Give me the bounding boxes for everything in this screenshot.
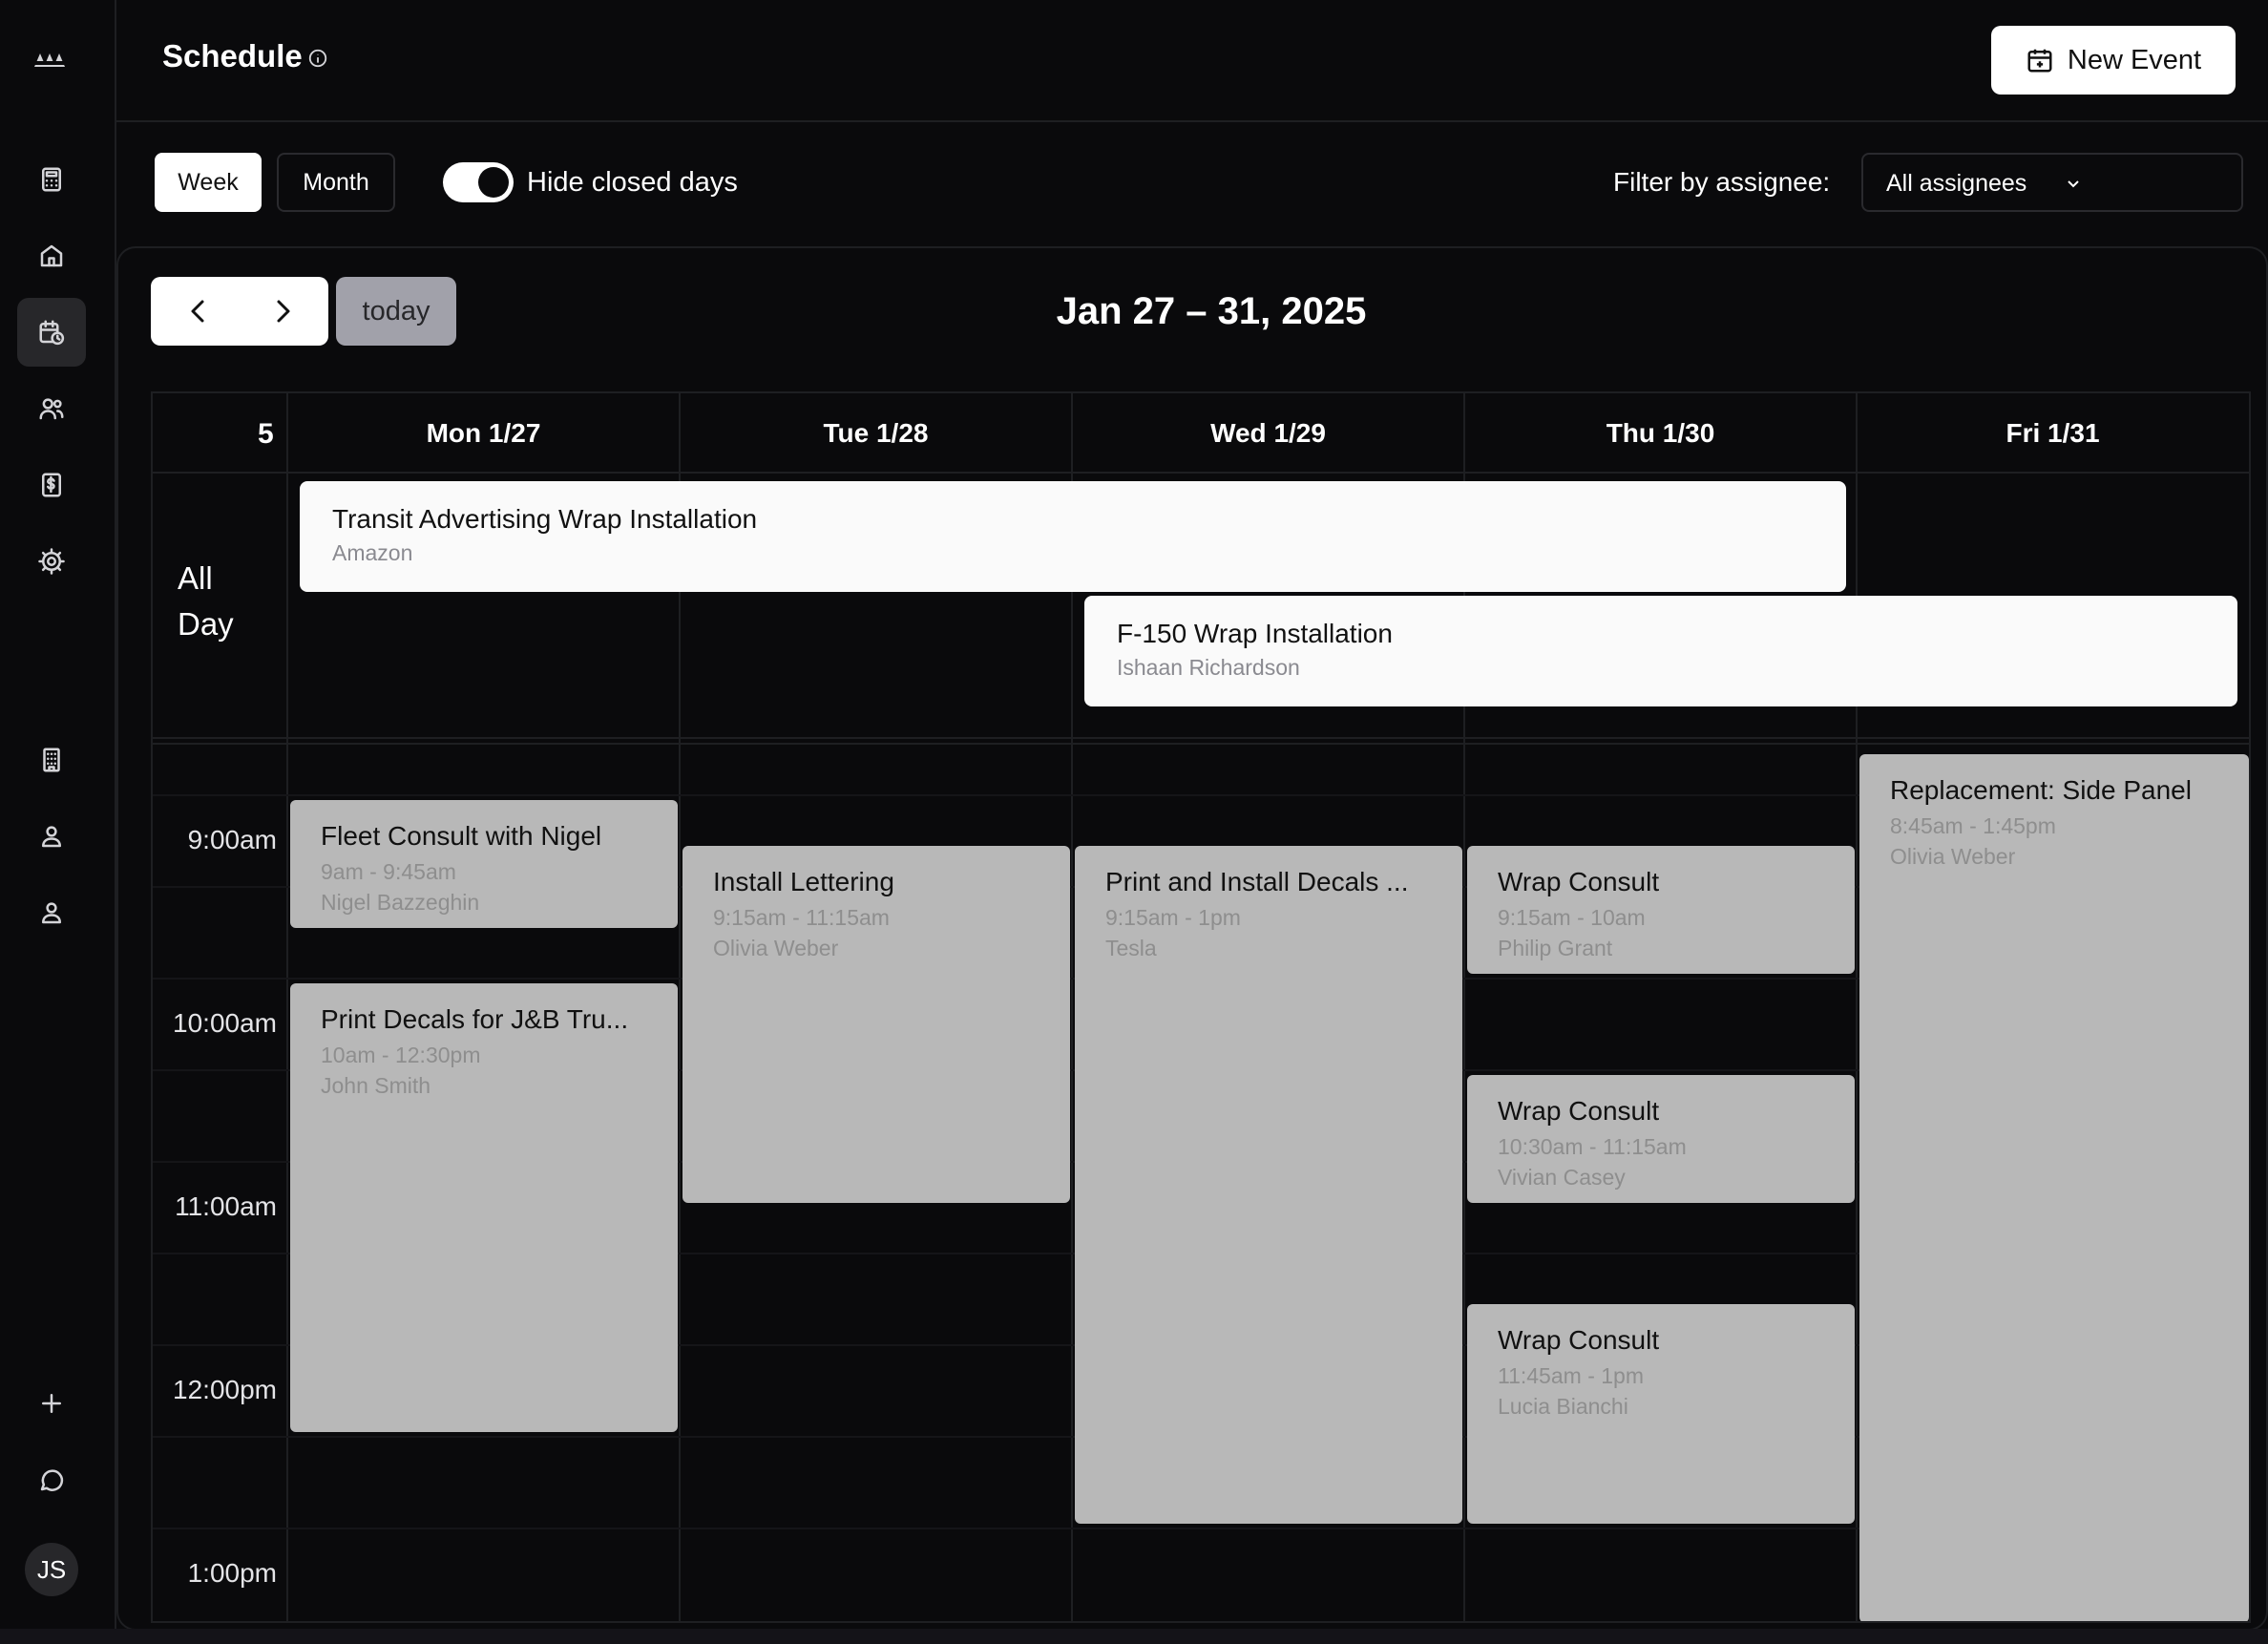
calendar-event[interactable]: Replacement: Side Panel 8:45am - 1:45pm …: [1859, 754, 2249, 1621]
sidebar-item-user-2[interactable]: [17, 878, 86, 947]
chat-icon: [40, 1469, 64, 1491]
event-title: Transit Advertising Wrap Installation: [332, 504, 758, 534]
all-day-label-line1: All: [178, 560, 213, 596]
sidebar-item-add[interactable]: [17, 1369, 86, 1438]
sidebar-item-calculator[interactable]: [17, 145, 86, 214]
page-title: Schedule: [162, 38, 303, 74]
logo-icon: [34, 53, 69, 67]
home-icon: [40, 244, 63, 267]
invoice-icon: [42, 473, 61, 497]
bottom-edge: [0, 1629, 2268, 1644]
event-assignee: Olivia Weber: [1890, 844, 2016, 869]
new-event-label: New Event: [2067, 44, 2202, 75]
event-time: 9:15am - 1pm: [1105, 905, 1241, 930]
assignee-select-value: All assignees: [1886, 170, 2027, 197]
week-view-button[interactable]: Week: [155, 153, 262, 212]
avatar[interactable]: JS: [25, 1543, 78, 1596]
day-header-fri[interactable]: Fri 1/31: [1858, 418, 2248, 449]
event-time: 9am - 9:45am: [321, 859, 456, 884]
calendar-event[interactable]: Print Decals for J&B Tru... 10am - 12:30…: [290, 983, 678, 1432]
calendar-event[interactable]: Fleet Consult with Nigel 9am - 9:45am Ni…: [290, 800, 678, 928]
calendar-panel: today Jan 27 – 31, 2025 5 Mon 1/27 Tue 1…: [116, 246, 2268, 1631]
sidebar-item-invoices[interactable]: [17, 451, 86, 519]
settings-icon: [38, 548, 65, 575]
event-time: 9:15am - 10am: [1498, 905, 1646, 930]
event-title: Wrap Consult: [1498, 867, 1660, 896]
event-assignee: Olivia Weber: [713, 936, 839, 960]
date-range-title: Jan 27 – 31, 2025: [1056, 290, 1367, 332]
time-label: 10:00am: [173, 1008, 277, 1038]
week-number: 5: [258, 418, 274, 450]
day-header-wed[interactable]: Wed 1/29: [1073, 418, 1463, 449]
toggle-knob: [478, 167, 509, 198]
calendar-clock-icon: [39, 320, 65, 346]
event-assignee: John Smith: [321, 1073, 431, 1098]
chevron-down-icon: [2068, 180, 2079, 188]
event-time: 10:30am - 11:15am: [1498, 1134, 1687, 1159]
filter-by-assignee-label: Filter by assignee:: [1613, 167, 1831, 197]
view-toolbar: Week Month Hide closed days Filter by as…: [116, 122, 2268, 242]
time-label: 9:00am: [187, 825, 277, 854]
event-title: Wrap Consult: [1498, 1325, 1660, 1355]
event-subtitle: Amazon: [332, 540, 413, 565]
sidebar: JS: [0, 0, 116, 1644]
sidebar-item-home[interactable]: [17, 221, 86, 290]
calendar-event[interactable]: Wrap Consult 9:15am - 10am Philip Grant: [1467, 846, 1855, 974]
event-time: 8:45am - 1:45pm: [1890, 813, 2056, 838]
sidebar-item-building[interactable]: [17, 726, 86, 794]
all-day-label: All Day: [178, 556, 234, 647]
time-label: 11:00am: [175, 1191, 277, 1221]
event-title: Replacement: Side Panel: [1890, 775, 2192, 805]
event-title: Install Lettering: [713, 867, 894, 896]
event-assignee: Philip Grant: [1498, 936, 1613, 960]
event-title: Print Decals for J&B Tru...: [321, 1004, 629, 1034]
event-assignee: Tesla: [1105, 936, 1157, 960]
calendar-event[interactable]: Wrap Consult 10:30am - 11:15am Vivian Ca…: [1467, 1075, 1855, 1203]
event-title: Print and Install Decals ...: [1105, 867, 1409, 896]
users-icon: [39, 398, 64, 420]
new-event-button[interactable]: New Event: [1991, 26, 2236, 95]
hide-closed-days-toggle[interactable]: [443, 162, 514, 202]
event-time: 10am - 12:30pm: [321, 1043, 481, 1067]
event-title: F-150 Wrap Installation: [1117, 619, 1393, 648]
event-time: 9:15am - 11:15am: [713, 905, 890, 930]
sidebar-item-schedule[interactable]: [17, 298, 86, 367]
header: Schedule New Event: [116, 0, 2268, 122]
time-label: 12:00pm: [173, 1375, 277, 1404]
calendar-event[interactable]: Print and Install Decals ... 9:15am - 1p…: [1075, 846, 1462, 1524]
month-view-button[interactable]: Month: [277, 153, 395, 212]
event-time: 11:45am - 1pm: [1498, 1363, 1644, 1388]
time-label: 1:00pm: [187, 1558, 277, 1588]
hide-closed-days-label: Hide closed days: [527, 167, 738, 198]
user-icon: [42, 826, 61, 848]
sidebar-item-user-1[interactable]: [17, 802, 86, 871]
sidebar-item-settings[interactable]: [17, 527, 86, 596]
day-header-thu[interactable]: Thu 1/30: [1465, 418, 1856, 449]
plus-icon: [42, 1394, 61, 1413]
all-day-event[interactable]: F-150 Wrap Installation Ishaan Richardso…: [1084, 596, 2237, 706]
sidebar-item-chat[interactable]: [17, 1445, 86, 1514]
event-assignee: Nigel Bazzeghin: [321, 890, 480, 915]
event-title: Wrap Consult: [1498, 1096, 1660, 1126]
event-title: Fleet Consult with Nigel: [321, 821, 602, 851]
calendar-event[interactable]: Install Lettering 9:15am - 11:15am Olivi…: [682, 846, 1070, 1203]
sidebar-item-customers[interactable]: [17, 374, 86, 443]
day-header-mon[interactable]: Mon 1/27: [288, 418, 679, 449]
event-assignee: Vivian Casey: [1498, 1165, 1626, 1190]
calculator-icon: [42, 167, 61, 192]
week-grid: 5 Mon 1/27 Tue 1/28 Wed 1/29 Thu 1/30 Fr…: [151, 391, 2251, 1623]
user-icon: [42, 902, 61, 924]
calendar-plus-icon: [2027, 49, 2052, 73]
assignee-select[interactable]: All assignees: [1861, 153, 2243, 212]
event-assignee: Lucia Bianchi: [1498, 1394, 1628, 1419]
all-day-event[interactable]: Transit Advertising Wrap Installation Am…: [300, 481, 1846, 592]
day-header-tue[interactable]: Tue 1/28: [681, 418, 1071, 449]
info-icon[interactable]: [307, 48, 328, 69]
all-day-label-line2: Day: [178, 606, 234, 642]
calendar-event[interactable]: Wrap Consult 11:45am - 1pm Lucia Bianchi: [1467, 1304, 1855, 1524]
building-icon: [43, 748, 60, 772]
event-subtitle: Ishaan Richardson: [1117, 655, 1300, 680]
